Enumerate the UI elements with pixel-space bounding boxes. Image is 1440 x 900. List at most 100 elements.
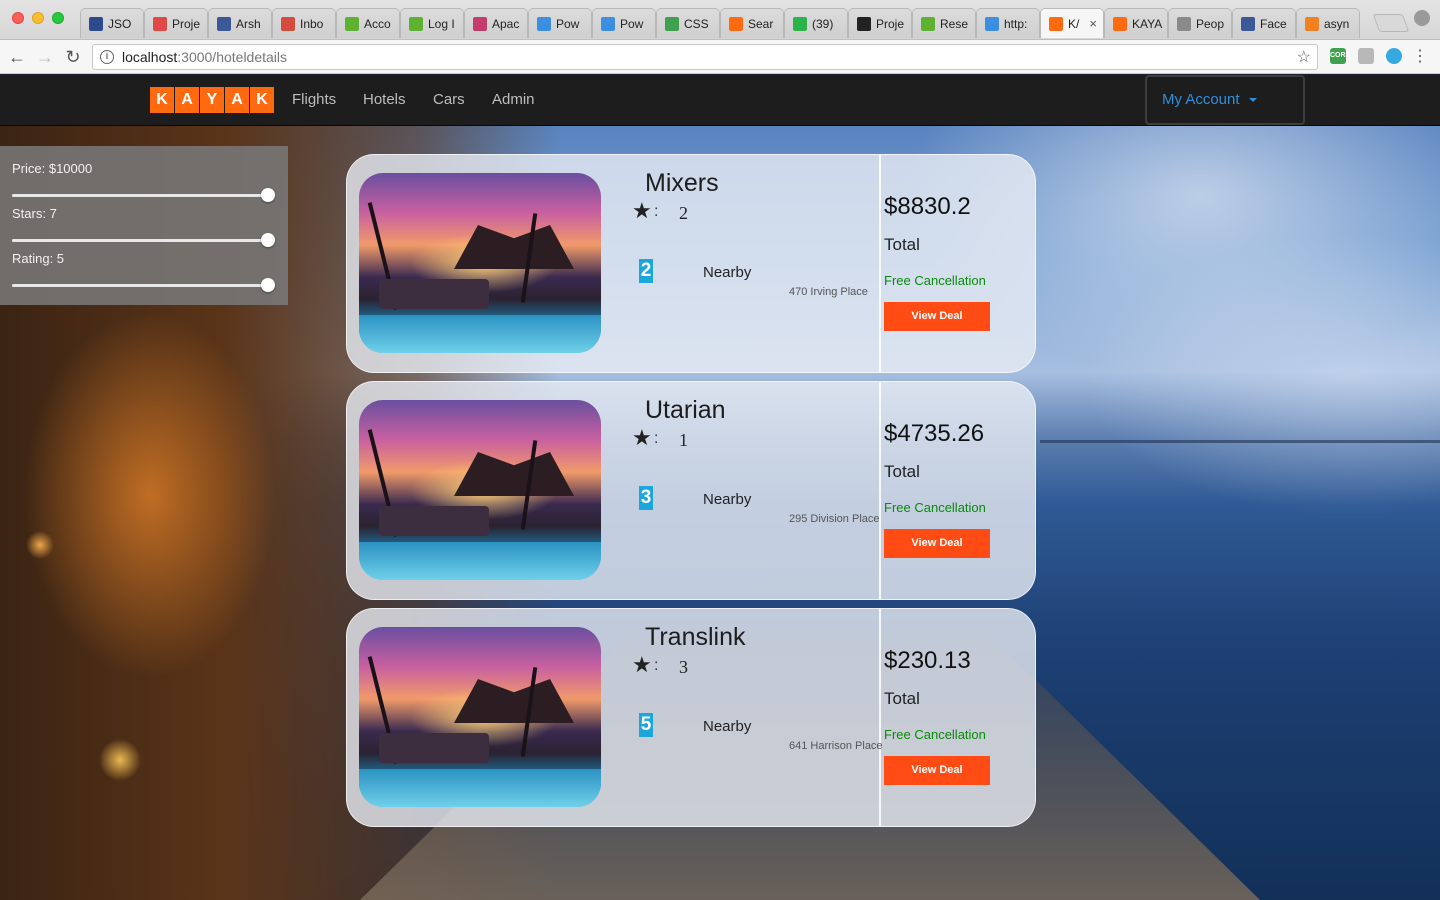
hotel-name[interactable]: Mixers (645, 169, 719, 198)
free-cancellation-label: Free Cancellation (884, 500, 986, 515)
hotel-stars-value: 3 (679, 657, 688, 677)
price-slider[interactable] (12, 188, 275, 202)
profile-icon[interactable] (1414, 10, 1430, 26)
hotel-price: $8830.2 (884, 193, 971, 220)
rating-badge: 3 (639, 486, 653, 510)
browser-tab[interactable]: Sear (720, 8, 784, 38)
total-label: Total (884, 689, 920, 708)
browser-menu-icon[interactable]: ⋮ (1412, 46, 1428, 68)
nearby-label: Nearby (703, 718, 752, 735)
hotel-photo[interactable] (359, 400, 601, 580)
total-label: Total (884, 462, 920, 481)
browser-tab-label: KAYA (1132, 16, 1163, 31)
browser-tab[interactable]: Face (1232, 8, 1296, 38)
browser-tab[interactable]: K/ × (1040, 8, 1104, 38)
browser-tab-label: JSO (108, 16, 132, 31)
view-deal-button[interactable]: View Deal (884, 302, 990, 331)
browser-tab[interactable]: JSO (80, 8, 144, 38)
nav-flights-link[interactable]: Flights (292, 91, 336, 108)
browser-tab-label: K/ (1068, 16, 1080, 31)
hotel-address: 641 Harrison Place (789, 740, 883, 752)
cors-extension-icon[interactable]: CORS (1330, 48, 1350, 64)
background-horizon (1040, 440, 1440, 443)
url-input[interactable]: i localhost:3000/hoteldetails ☆ (92, 44, 1318, 70)
logo-letter: K (150, 87, 174, 113)
stars-slider-thumb[interactable] (261, 233, 275, 247)
browser-tab[interactable]: Log I (400, 8, 464, 38)
new-tab-button[interactable] (1372, 14, 1410, 32)
browser-tab[interactable]: Proje (144, 8, 208, 38)
browser-tab[interactable]: Pow (528, 8, 592, 38)
browser-tab[interactable]: KAYA (1104, 8, 1168, 38)
whatsapp-icon (793, 16, 807, 31)
browser-tab[interactable]: Apac (464, 8, 528, 38)
browser-tab[interactable]: Pow (592, 8, 656, 38)
top-navbar: KAYAK Flights Hotels Cars Admin My Accou… (0, 75, 1440, 126)
hotel-photo[interactable] (359, 627, 601, 807)
browser-tab-label: asyn (1324, 16, 1350, 31)
url-host: localhost (122, 49, 178, 65)
kayak-icon (729, 16, 743, 31)
nav-cars-link[interactable]: Cars (433, 91, 465, 108)
p-icon (601, 16, 615, 31)
browser-tab[interactable]: Acco (336, 8, 400, 38)
card-divider (879, 382, 881, 599)
view-deal-button[interactable]: View Deal (884, 529, 990, 558)
site-info-icon[interactable]: i (100, 50, 114, 64)
css-icon (665, 16, 679, 31)
github-icon (857, 16, 871, 31)
rating-badge: 5 (639, 713, 653, 737)
browser-tab[interactable]: Inbo (272, 8, 336, 38)
browser-tab[interactable]: Proje (848, 8, 912, 38)
browser-tab-label: Inbo (300, 16, 324, 31)
stack-icon (1305, 16, 1319, 31)
kayak-logo[interactable]: KAYAK (150, 87, 275, 113)
price-slider-thumb[interactable] (261, 188, 275, 202)
reload-icon[interactable]: ↻ (62, 46, 84, 68)
p-icon (537, 16, 551, 31)
browser-tab-strip: JSO Proje Arsh Inbo Acco Log I Apac Pow Pow CSS Se… (0, 0, 1440, 40)
hotel-photo[interactable] (359, 173, 601, 353)
nearby-label: Nearby (703, 491, 752, 508)
filter-panel: Price: $10000 Stars: 7 Rating: 5 (0, 146, 288, 305)
zoom-window-button[interactable] (52, 12, 64, 24)
forward-arrow-icon[interactable]: → (34, 46, 56, 68)
logo-letter: A (175, 87, 199, 113)
tab-list: JSO Proje Arsh Inbo Acco Log I Apac Pow Pow CSS Se… (80, 8, 1360, 40)
free-cancellation-label: Free Cancellation (884, 727, 986, 742)
browser-tab[interactable]: (39) (784, 8, 848, 38)
browser-tab[interactable]: Arsh (208, 8, 272, 38)
free-cancellation-label: Free Cancellation (884, 273, 986, 288)
back-arrow-icon[interactable]: ← (6, 46, 28, 68)
nav-hotels-link[interactable]: Hotels (363, 91, 406, 108)
nav-admin-link[interactable]: Admin (492, 91, 535, 108)
rating-slider-thumb[interactable] (261, 278, 275, 292)
p-icon (985, 16, 999, 31)
view-deal-button[interactable]: View Deal (884, 756, 990, 785)
browser-tab[interactable]: http: (976, 8, 1040, 38)
hotel-name[interactable]: Utarian (645, 396, 726, 425)
hotel-details-page: KAYAK Flights Hotels Cars Admin My Accou… (0, 75, 1440, 900)
bookmark-star-icon[interactable]: ☆ (1297, 47, 1311, 67)
browser-tab[interactable]: Peop (1168, 8, 1232, 38)
stars-slider[interactable] (12, 233, 275, 247)
my-account-dropdown[interactable]: My Account (1145, 75, 1305, 125)
close-tab-icon[interactable]: × (1089, 16, 1097, 31)
kayak-icon (1113, 16, 1127, 31)
extension-icon[interactable] (1386, 48, 1402, 64)
browser-tab-label: Arsh (236, 16, 261, 31)
rating-badge: 2 (639, 259, 653, 283)
browser-tab-label: Pow (620, 16, 644, 31)
rating-slider[interactable] (12, 278, 275, 292)
minimize-window-button[interactable] (32, 12, 44, 24)
browser-tab[interactable]: Rese (912, 8, 976, 38)
browser-tab[interactable]: asyn (1296, 8, 1360, 38)
jsonlint-icon (89, 16, 103, 31)
hotel-name[interactable]: Translink (645, 623, 746, 652)
close-window-button[interactable] (12, 12, 24, 24)
kayak-icon (1049, 16, 1063, 31)
document-icon (1177, 16, 1191, 31)
star-icon: ★ (632, 652, 652, 677)
browser-tab[interactable]: CSS (656, 8, 720, 38)
extension-icon[interactable] (1358, 48, 1374, 64)
